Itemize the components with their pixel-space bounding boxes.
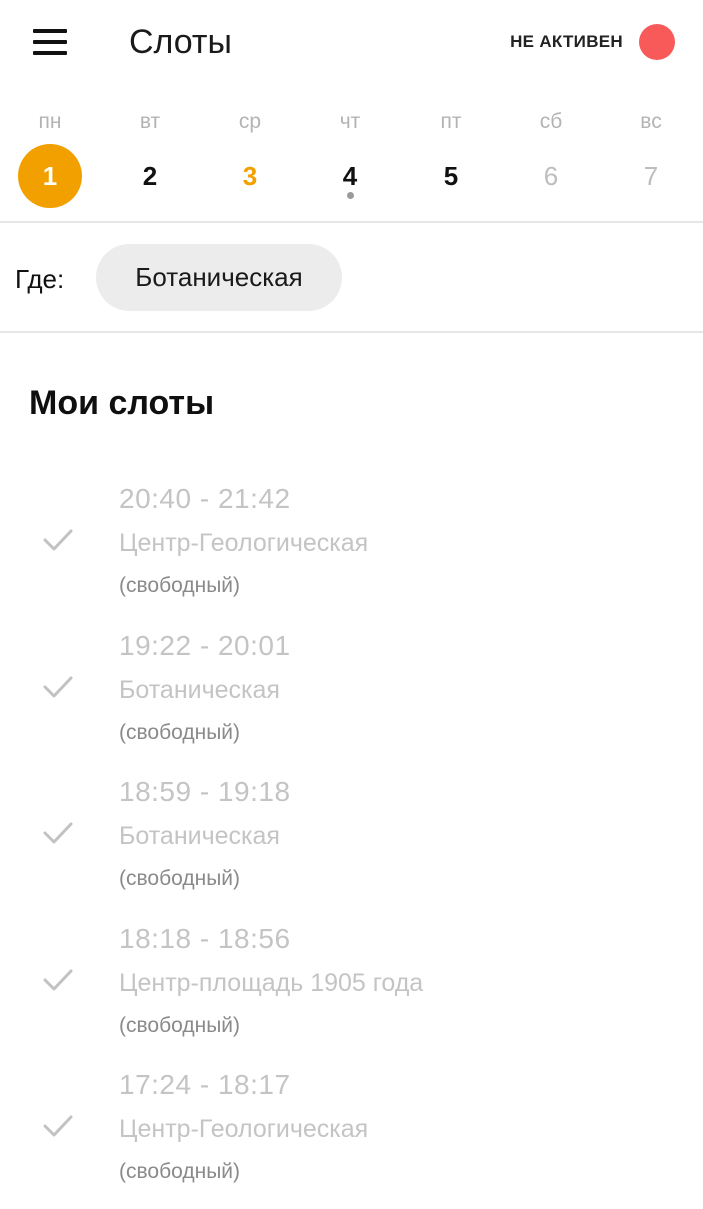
slot-state: (свободный): [119, 574, 241, 597]
day-monday[interactable]: пн 1: [15, 100, 85, 218]
slot-item[interactable]: 18:59 - 19:18 Ботаническая (свободный): [0, 769, 703, 916]
checkmark-icon: [43, 969, 73, 990]
menu-line: [33, 40, 67, 44]
slot-item[interactable]: 19:22 - 20:01 Ботаническая (свободный): [0, 623, 703, 770]
day-number: 6: [543, 160, 559, 191]
checkmark-icon: [43, 1115, 73, 1137]
day-wednesday[interactable]: ср 3: [215, 100, 285, 218]
slot-time: 20:40 - 21:42: [119, 483, 291, 514]
slot-place: Ботаническая: [119, 675, 280, 704]
slot-state: (свободный): [119, 1013, 241, 1037]
day-friday[interactable]: пт 5: [416, 100, 486, 218]
day-name: чт: [339, 110, 361, 133]
divider: [0, 221, 703, 223]
menu-line: [33, 51, 67, 55]
where-label: Где:: [15, 264, 65, 294]
week-day-selector: пн 1 вт 2 ср 3 чт 4 пт 5 сб 6 вс 7: [0, 100, 703, 220]
section-title-my-slots: Мои слоты: [29, 384, 215, 422]
slot-list: 20:40 - 21:42 Центр-Геологическая (свобо…: [0, 476, 703, 1209]
day-number: 7: [643, 160, 659, 191]
divider: [0, 331, 703, 333]
slot-time: 19:22 - 20:01: [119, 629, 291, 661]
day-number: 1: [18, 144, 82, 208]
location-chip[interactable]: Ботаническая: [96, 244, 342, 311]
slot-place: Центр-Геологическая: [119, 529, 369, 557]
slot-place: Центр-Геологическая: [119, 1115, 369, 1143]
day-name: вс: [640, 110, 662, 133]
slot-state: (свободный): [119, 1160, 241, 1183]
checkmark-icon: [43, 822, 73, 844]
app-header: Слоты НЕ АКТИВЕН: [0, 0, 703, 90]
slot-item[interactable]: 18:18 - 18:56 Центр-площадь 1905 года (с…: [0, 916, 703, 1063]
day-saturday: сб 6: [516, 100, 586, 218]
slot-state: (свободный): [119, 867, 241, 890]
slot-place: Центр-площадь 1905 года: [119, 968, 424, 997]
checkmark-icon: [43, 529, 73, 551]
checkmark-icon: [43, 676, 73, 697]
status-toggle[interactable]: НЕ АКТИВЕН: [510, 22, 675, 62]
day-name: вт: [139, 110, 161, 133]
day-number: 3: [242, 160, 258, 191]
slot-item[interactable]: 20:40 - 21:42 Центр-Геологическая (свобо…: [0, 476, 703, 623]
day-name: пн: [38, 110, 62, 133]
day-thursday[interactable]: чт 4: [315, 100, 385, 218]
day-name: ср: [238, 110, 262, 133]
slot-item[interactable]: 17:24 - 18:17 Центр-Геологическая (свобо…: [0, 1062, 703, 1209]
day-tuesday[interactable]: вт 2: [115, 100, 185, 218]
slot-time: 18:18 - 18:56: [119, 922, 291, 954]
status-indicator-dot: [639, 24, 675, 60]
slot-place: Ботаническая: [119, 822, 280, 850]
day-number: 2: [142, 160, 158, 191]
status-label: НЕ АКТИВЕН: [510, 32, 623, 51]
slot-time: 18:59 - 19:18: [119, 776, 291, 807]
page-title: Слоты: [129, 23, 232, 61]
day-number: 5: [443, 160, 459, 191]
day-name: сб: [539, 110, 563, 133]
day-sunday: вс 7: [616, 100, 686, 218]
slot-state: (свободный): [119, 720, 241, 744]
slot-time: 17:24 - 18:17: [119, 1069, 291, 1100]
has-slots-dot: [347, 192, 354, 199]
day-name: пт: [440, 110, 462, 133]
hamburger-menu-icon[interactable]: [22, 22, 78, 62]
menu-line: [33, 29, 67, 33]
